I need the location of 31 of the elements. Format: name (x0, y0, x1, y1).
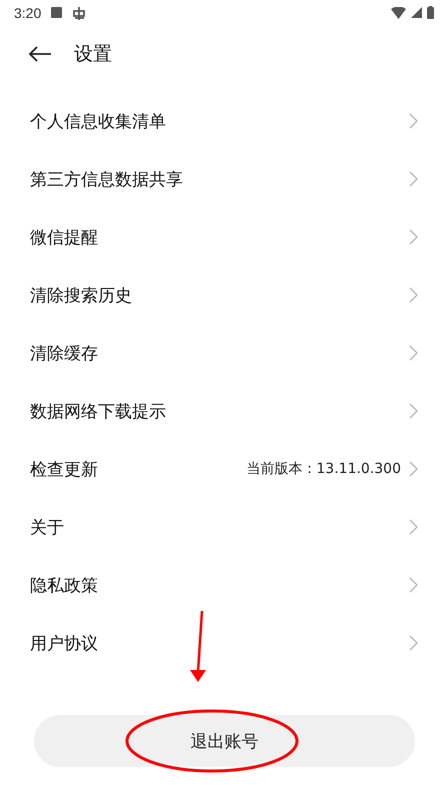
chevron-right-icon (409, 287, 418, 303)
logout-button[interactable]: 退出账号 (34, 715, 415, 767)
battery-icon (427, 6, 434, 19)
back-button[interactable] (28, 46, 52, 62)
settings-item[interactable]: 用户协议 (0, 614, 448, 672)
chevron-right-icon (409, 461, 418, 477)
settings-item[interactable]: 第三方信息数据共享 (0, 150, 448, 208)
chevron-right-icon (409, 519, 418, 535)
settings-item[interactable]: 微信提醒 (0, 208, 448, 266)
settings-item[interactable]: 隐私政策 (0, 556, 448, 614)
settings-item[interactable]: 个人信息收集清单 (0, 92, 448, 150)
app-notification-icon (72, 6, 86, 20)
chevron-right-icon (409, 229, 418, 245)
settings-item[interactable]: 清除缓存 (0, 324, 448, 382)
page-title: 设置 (74, 42, 112, 67)
cellular-signal-icon (411, 7, 422, 18)
settings-item[interactable]: 数据网络下载提示 (0, 382, 448, 440)
chevron-right-icon (409, 403, 418, 419)
settings-item[interactable]: 清除搜索历史 (0, 266, 448, 324)
chevron-right-icon (409, 345, 418, 361)
notification-icon (51, 7, 62, 18)
wifi-icon (391, 6, 406, 18)
chevron-right-icon (409, 635, 418, 651)
chevron-right-icon (409, 577, 418, 593)
status-time: 3:20 (14, 4, 42, 20)
settings-item[interactable]: 检查更新 当前版本：13.11.0.300 (0, 440, 448, 498)
annotation-arrow (190, 610, 206, 682)
chevron-right-icon (409, 171, 418, 187)
version-text: 当前版本：13.11.0.300 (246, 460, 401, 478)
chevron-right-icon (409, 113, 418, 129)
settings-item[interactable]: 关于 (0, 498, 448, 556)
